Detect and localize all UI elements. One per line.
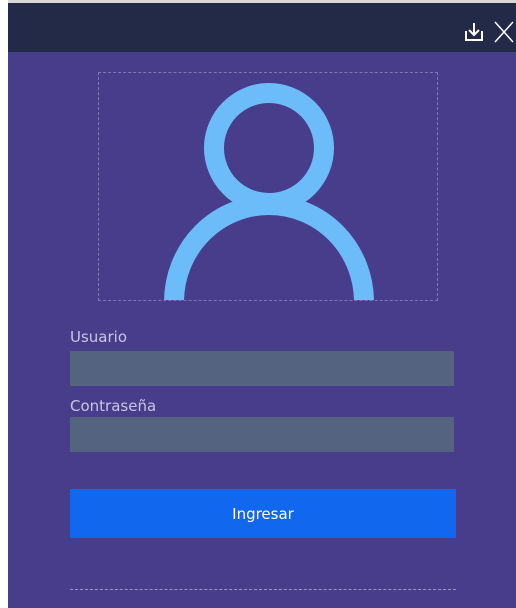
login-window: Usuario Contraseña Ingresar: [8, 0, 516, 608]
password-field[interactable]: [70, 417, 454, 452]
title-bar[interactable]: [8, 0, 516, 52]
password-label: Contraseña: [70, 397, 157, 415]
login-button[interactable]: Ingresar: [70, 489, 456, 538]
download-arrow-icon[interactable]: [463, 20, 485, 44]
close-icon[interactable]: [493, 20, 515, 44]
username-label: Usuario: [70, 328, 128, 346]
user-silhouette-icon: [164, 83, 374, 300]
divider: [70, 589, 456, 590]
avatar-frame: [98, 72, 438, 301]
username-field[interactable]: [70, 351, 454, 386]
